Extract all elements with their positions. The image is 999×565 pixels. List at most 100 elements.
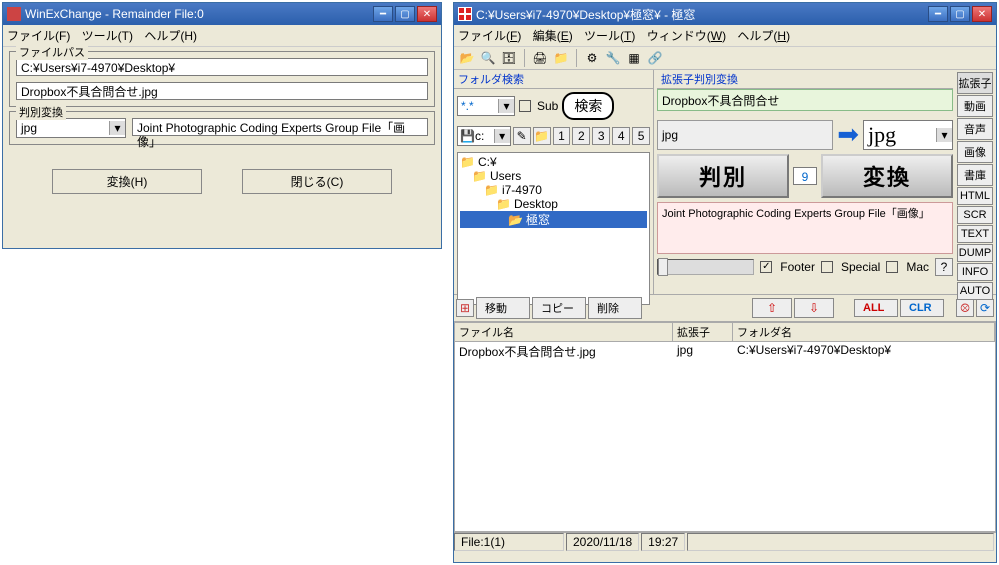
menu-help[interactable]: ヘルプ(H) (144, 29, 197, 43)
slider[interactable] (657, 259, 754, 275)
maximize-button[interactable]: ▢ (950, 6, 970, 22)
tree-node[interactable]: 📁Users (460, 169, 647, 183)
print-icon[interactable]: 🖨 (531, 49, 549, 67)
col-ext[interactable]: 拡張子 (673, 323, 733, 341)
minimize-button[interactable]: ━ (928, 6, 948, 22)
filename-box[interactable]: Dropbox不具合問合せ (657, 89, 953, 111)
filepath-legend: ファイルパス (16, 44, 88, 60)
to-ext-combo[interactable]: jpg ▾ (863, 120, 953, 150)
menu-edit[interactable]: 編集(E) (533, 29, 573, 43)
edit-icon[interactable]: ✎ (513, 127, 531, 145)
table-row[interactable]: Dropbox不具合問合せ.jpg jpg C:¥Users¥i7-4970¥D… (455, 342, 995, 361)
mac-label: Mac (906, 260, 929, 274)
cell-file: Dropbox不具合問合せ.jpg (455, 342, 673, 361)
pattern-combo[interactable]: *.* ▾ (457, 96, 515, 116)
close-button[interactable]: ✕ (972, 6, 992, 22)
sidetab-text[interactable]: TEXT (957, 225, 993, 243)
menu-help[interactable]: ヘルプ(H) (737, 29, 790, 43)
sidetab-image[interactable]: 画像 (957, 141, 993, 163)
table-body[interactable]: Dropbox不具合問合せ.jpg jpg C:¥Users¥i7-4970¥D… (454, 342, 996, 532)
status-empty (687, 533, 994, 551)
sub-checkbox[interactable] (519, 100, 531, 112)
help-button[interactable]: ? (935, 258, 953, 276)
sidetab-video[interactable]: 動画 (957, 95, 993, 117)
col-file[interactable]: ファイル名 (455, 323, 673, 341)
judge-button[interactable]: 判別 (657, 154, 789, 198)
filepath-group: ファイルパス C:¥Users¥i7-4970¥Desktop¥ Dropbox… (9, 51, 435, 107)
menu-file[interactable]: ファイル(F) (458, 29, 521, 43)
drive-value: c: (475, 129, 484, 143)
menu-tool[interactable]: ツール(T) (82, 29, 133, 43)
link-icon[interactable]: 🔗 (646, 49, 664, 67)
from-ext[interactable]: jpg (657, 120, 833, 150)
sidetab-audio[interactable]: 音声 (957, 118, 993, 140)
menu-tool[interactable]: ツール(T) (584, 29, 635, 43)
tree-node[interactable]: 📁i7-4970 (460, 183, 647, 197)
tree-node[interactable]: 📁C:¥ (460, 155, 647, 169)
expand-icon[interactable]: ⊞ (456, 299, 474, 317)
all-button[interactable]: ALL (854, 299, 898, 317)
status-bar: File:1(1) 2020/11/18 19:27 (454, 532, 996, 551)
maximize-button[interactable]: ▢ (395, 6, 415, 22)
search-icon[interactable]: 🔍 (479, 49, 497, 67)
convert-button[interactable]: 変換(H) (52, 169, 202, 194)
sidetab-html[interactable]: HTML (957, 187, 993, 205)
refresh-icon[interactable]: ⟳ (976, 299, 994, 317)
up-button[interactable]: ⇧ (752, 298, 792, 318)
down-button[interactable]: ⇩ (794, 298, 834, 318)
footer-checkbox[interactable] (760, 261, 772, 273)
num-5-button[interactable]: 5 (632, 127, 650, 145)
sidetab-archive[interactable]: 書庫 (957, 164, 993, 186)
ext-combo[interactable]: jpg ▾ (16, 118, 126, 138)
pattern-value: *.* (458, 99, 498, 113)
open2-icon[interactable]: 📁 (552, 49, 570, 67)
close-button[interactable]: ✕ (417, 6, 437, 22)
wrench-icon[interactable]: 🔧 (604, 49, 622, 67)
grid-icon[interactable]: ▦ (625, 49, 643, 67)
num-3-button[interactable]: 3 (592, 127, 610, 145)
folder-tree[interactable]: 📁C:¥ 📁Users 📁i7-4970 📁Desktop 📂極窓 (457, 152, 650, 305)
ext-desc: Joint Photographic Coding Experts Group … (132, 118, 428, 136)
filepath-dir-input[interactable]: C:¥Users¥i7-4970¥Desktop¥ (16, 58, 428, 76)
num-1-button[interactable]: 1 (553, 127, 571, 145)
winexchange-titlebar: WinExChange - Remainder File:0 ━ ▢ ✕ (3, 3, 441, 25)
sidetab-scr[interactable]: SCR (957, 206, 993, 224)
convert-group: 判別変換 jpg ▾ Joint Photographic Coding Exp… (9, 111, 435, 145)
app-icon (7, 7, 21, 21)
col-folder[interactable]: フォルダ名 (733, 323, 995, 341)
folder-tree-icon[interactable]: 🗄 (500, 49, 518, 67)
menu-file[interactable]: ファイル(F) (7, 29, 70, 43)
sidetab-auto[interactable]: AUTO (957, 282, 993, 300)
special-checkbox[interactable] (821, 261, 833, 273)
clr-button[interactable]: CLR (900, 299, 944, 317)
num-4-button[interactable]: 4 (612, 127, 630, 145)
ext-combo-value: jpg (17, 121, 109, 135)
favfolder-icon[interactable]: 📁 (533, 127, 551, 145)
minimize-button[interactable]: ━ (373, 6, 393, 22)
delete-button[interactable]: 削除 (588, 297, 642, 319)
remove-icon[interactable]: ⮾ (956, 299, 974, 317)
folder-search-title: フォルダ検索 (454, 70, 653, 89)
num-2-button[interactable]: 2 (572, 127, 590, 145)
filepath-file-input[interactable]: Dropbox不具合問合せ.jpg (16, 82, 428, 100)
mac-checkbox[interactable] (886, 261, 898, 273)
menu-window[interactable]: ウィンドウ(W) (647, 29, 726, 43)
sidetab-dump[interactable]: DUMP (957, 244, 993, 262)
close-dialog-button[interactable]: 閉じる(C) (242, 169, 392, 194)
tree-node[interactable]: 📁Desktop (460, 197, 647, 211)
tree-node-selected[interactable]: 📂極窓 (460, 211, 647, 228)
search-button[interactable]: 検索 (562, 92, 614, 120)
copy-button[interactable]: コピー (532, 297, 586, 319)
open-icon[interactable]: 📂 (458, 49, 476, 67)
gear-icon[interactable]: ⚙ (583, 49, 601, 67)
file-table: ファイル名 拡張子 フォルダ名 Dropbox不具合問合せ.jpg jpg C:… (454, 322, 996, 532)
move-button[interactable]: 移動 (476, 297, 530, 319)
convert-button[interactable]: 変換 (821, 154, 953, 198)
arrow-right-icon: ➡ (837, 119, 859, 150)
table-header: ファイル名 拡張子 フォルダ名 (454, 322, 996, 342)
sidetab-info[interactable]: INFO (957, 263, 993, 281)
extconv-title: 拡張子判別変換 (657, 70, 953, 89)
drive-combo[interactable]: 💾c: ▾ (457, 126, 511, 146)
app-icon (458, 7, 472, 21)
convert-legend: 判別変換 (16, 104, 66, 120)
